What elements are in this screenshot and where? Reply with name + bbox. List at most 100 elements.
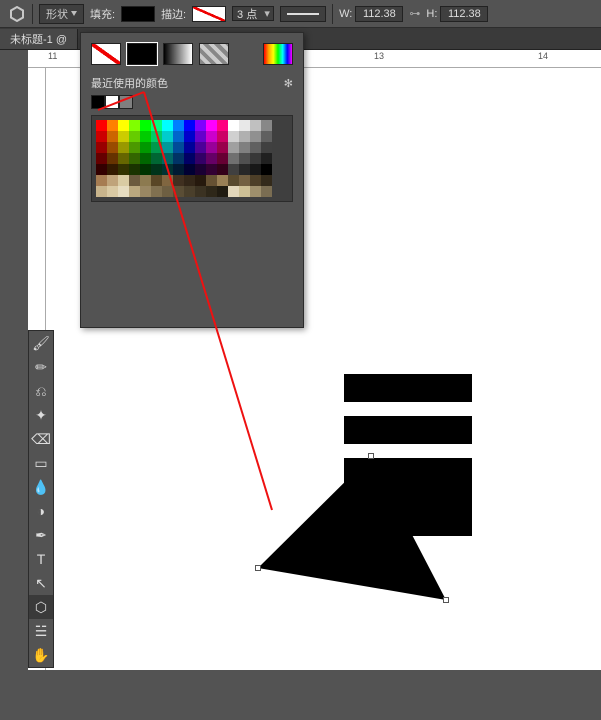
palette-swatch[interactable] xyxy=(195,164,206,175)
palette-swatch[interactable] xyxy=(162,175,173,186)
palette-swatch[interactable] xyxy=(195,120,206,131)
eraser-icon[interactable]: ⌫ xyxy=(29,427,53,451)
palette-swatch[interactable] xyxy=(217,142,228,153)
palette-swatch[interactable] xyxy=(140,186,151,197)
palette-swatch[interactable] xyxy=(118,153,129,164)
black-rectangle[interactable] xyxy=(344,374,472,402)
palette-swatch[interactable] xyxy=(217,120,228,131)
shape-icon[interactable]: ⬡ xyxy=(29,595,53,619)
palette-swatch[interactable] xyxy=(261,175,272,186)
palette-swatch[interactable] xyxy=(195,142,206,153)
palette-swatch[interactable] xyxy=(118,186,129,197)
palette-swatch[interactable] xyxy=(129,131,140,142)
dodge-icon[interactable]: ◑ xyxy=(29,499,53,523)
chevron-down-icon[interactable]: ▾ xyxy=(261,7,273,20)
palette-swatch[interactable] xyxy=(184,186,195,197)
recent-color[interactable] xyxy=(119,95,133,109)
palette-swatch[interactable] xyxy=(184,164,195,175)
palette-swatch[interactable] xyxy=(206,164,217,175)
anchor-point[interactable] xyxy=(443,597,449,603)
palette-swatch[interactable] xyxy=(184,153,195,164)
palette-swatch[interactable] xyxy=(162,153,173,164)
palette-swatch[interactable] xyxy=(239,175,250,186)
stroke-width-value[interactable] xyxy=(233,8,261,20)
palette-swatch[interactable] xyxy=(228,142,239,153)
palette-swatch[interactable] xyxy=(162,186,173,197)
palette-swatch[interactable] xyxy=(96,120,107,131)
palette-swatch[interactable] xyxy=(173,120,184,131)
palette-swatch[interactable] xyxy=(107,175,118,186)
palette-swatch[interactable] xyxy=(206,186,217,197)
anchor-point[interactable] xyxy=(255,565,261,571)
palette-swatch[interactable] xyxy=(151,164,162,175)
palette-swatch[interactable] xyxy=(195,131,206,142)
palette-swatch[interactable] xyxy=(217,164,228,175)
palette-swatch[interactable] xyxy=(118,142,129,153)
fill-gradient-button[interactable] xyxy=(163,43,193,65)
palette-swatch[interactable] xyxy=(228,164,239,175)
stroke-swatch[interactable] xyxy=(192,6,226,22)
palette-swatch[interactable] xyxy=(129,164,140,175)
palette-swatch[interactable] xyxy=(173,153,184,164)
palette-swatch[interactable] xyxy=(239,164,250,175)
palette-swatch[interactable] xyxy=(250,164,261,175)
text-icon[interactable]: T xyxy=(29,547,53,571)
stroke-width-input[interactable]: ▾ xyxy=(232,6,274,21)
link-wh-icon[interactable]: ⊶ xyxy=(409,7,420,20)
palette-swatch[interactable] xyxy=(206,131,217,142)
history-brush-icon[interactable]: 🖌 xyxy=(29,331,53,355)
palette-swatch[interactable] xyxy=(107,120,118,131)
palette-swatch[interactable] xyxy=(96,131,107,142)
palette-swatch[interactable] xyxy=(195,153,206,164)
palette-swatch[interactable] xyxy=(228,131,239,142)
black-rectangle[interactable] xyxy=(344,416,472,444)
palette-swatch[interactable] xyxy=(217,153,228,164)
color-picker-button[interactable] xyxy=(263,43,293,65)
palette-swatch[interactable] xyxy=(195,186,206,197)
palette-swatch[interactable] xyxy=(151,131,162,142)
palette-swatch[interactable] xyxy=(250,120,261,131)
palette-swatch[interactable] xyxy=(261,120,272,131)
palette-swatch[interactable] xyxy=(96,186,107,197)
palette-swatch[interactable] xyxy=(151,120,162,131)
palette-swatch[interactable] xyxy=(140,153,151,164)
palette-swatch[interactable] xyxy=(96,153,107,164)
palette-swatch[interactable] xyxy=(250,131,261,142)
palette-swatch[interactable] xyxy=(129,142,140,153)
shape-mode-dropdown[interactable]: 形状 xyxy=(39,4,84,24)
palette-swatch[interactable] xyxy=(228,175,239,186)
height-input[interactable] xyxy=(440,6,488,22)
palette-swatch[interactable] xyxy=(217,175,228,186)
palette-swatch[interactable] xyxy=(162,120,173,131)
palette-swatch[interactable] xyxy=(250,175,261,186)
palette-swatch[interactable] xyxy=(239,131,250,142)
document-tab[interactable]: 未标题-1 @ xyxy=(0,29,78,49)
black-triangle[interactable] xyxy=(246,448,466,618)
palette-swatch[interactable] xyxy=(261,164,272,175)
palette-swatch[interactable] xyxy=(195,175,206,186)
palette-swatch[interactable] xyxy=(140,175,151,186)
palette-swatch[interactable] xyxy=(239,142,250,153)
palette-swatch[interactable] xyxy=(173,131,184,142)
blur-icon[interactable]: 💧 xyxy=(29,475,53,499)
recent-color[interactable] xyxy=(105,95,119,109)
recent-color[interactable] xyxy=(91,95,105,109)
palette-swatch[interactable] xyxy=(206,175,217,186)
palette-swatch[interactable] xyxy=(151,153,162,164)
palette-swatch[interactable] xyxy=(96,164,107,175)
palette-swatch[interactable] xyxy=(151,142,162,153)
palette-swatch[interactable] xyxy=(228,153,239,164)
palette-swatch[interactable] xyxy=(217,131,228,142)
palette-swatch[interactable] xyxy=(140,142,151,153)
notes-icon[interactable]: ☱ xyxy=(29,619,53,643)
palette-swatch[interactable] xyxy=(250,186,261,197)
fill-none-button[interactable] xyxy=(91,43,121,65)
palette-swatch[interactable] xyxy=(107,142,118,153)
palette-swatch[interactable] xyxy=(107,131,118,142)
palette-swatch[interactable] xyxy=(228,186,239,197)
palette-swatch[interactable] xyxy=(184,142,195,153)
clone-stamp-icon[interactable]: ⎌ xyxy=(29,379,53,403)
palette-swatch[interactable] xyxy=(140,120,151,131)
palette-swatch[interactable] xyxy=(151,175,162,186)
palette-swatch[interactable] xyxy=(129,175,140,186)
